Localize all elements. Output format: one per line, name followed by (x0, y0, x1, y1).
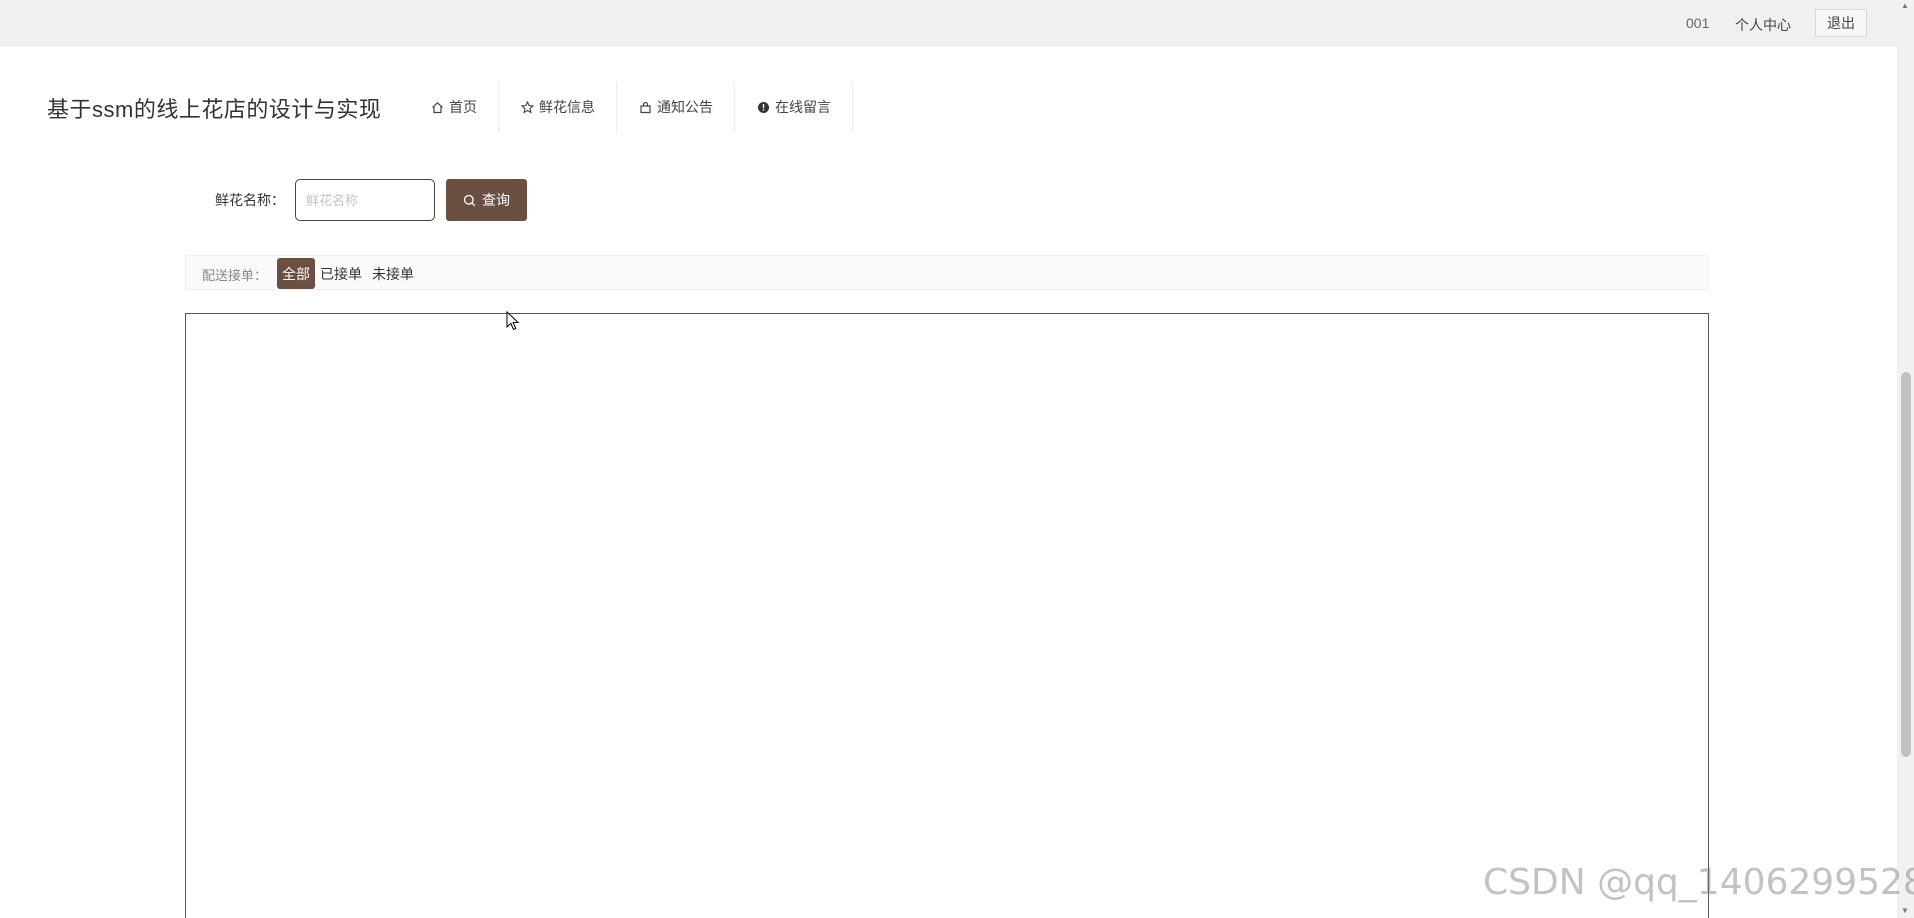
bag-icon (638, 100, 652, 114)
star-icon (520, 100, 534, 114)
nav-item-notices[interactable]: 通知公告 (617, 82, 735, 132)
search-button-label: 查询 (482, 192, 510, 208)
profile-link[interactable]: 个人中心 (1735, 15, 1791, 35)
filter-option-not-accepted[interactable]: 未接单 (367, 258, 419, 289)
logout-button[interactable]: 退出 (1815, 9, 1867, 37)
nav-item-home[interactable]: 首页 (409, 82, 499, 132)
nav-label: 在线留言 (775, 99, 831, 115)
home-icon (430, 100, 444, 114)
search-icon (463, 194, 476, 207)
search-input[interactable] (295, 179, 435, 221)
main-nav: 首页 鲜花信息 通知公告 在线留言 (409, 82, 853, 132)
filter-option-all[interactable]: 全部 (277, 258, 315, 289)
scroll-up-icon[interactable]: ▲ (1900, 2, 1910, 10)
filter-label: 配送接单： (202, 268, 268, 283)
search-button[interactable]: 查询 (446, 179, 527, 221)
nav-label: 首页 (449, 99, 477, 115)
alert-circle-icon (756, 100, 770, 114)
scroll-down-icon[interactable]: ▼ (1900, 907, 1910, 915)
watermark: CSDN @qq_1406299528 (1483, 862, 1914, 903)
search-label: 鲜花名称： (215, 192, 285, 208)
nav-label: 通知公告 (657, 99, 713, 115)
nav-label: 鲜花信息 (539, 99, 595, 115)
nav-item-flowers[interactable]: 鲜花信息 (499, 82, 617, 132)
delivery-filter-bar: 配送接单： 全部 已接单 未接单 (185, 255, 1709, 290)
mouse-cursor-icon (506, 310, 520, 336)
nav-item-messages[interactable]: 在线留言 (735, 82, 853, 132)
content-frame (185, 313, 1709, 918)
user-id: 001 (1686, 15, 1710, 31)
scrollbar-thumb[interactable] (1901, 372, 1911, 757)
filter-option-accepted[interactable]: 已接单 (315, 258, 367, 289)
site-title: 基于ssm的线上花店的设计与实现 (47, 97, 382, 122)
top-bar: 001 个人中心 退出 (0, 0, 1914, 46)
